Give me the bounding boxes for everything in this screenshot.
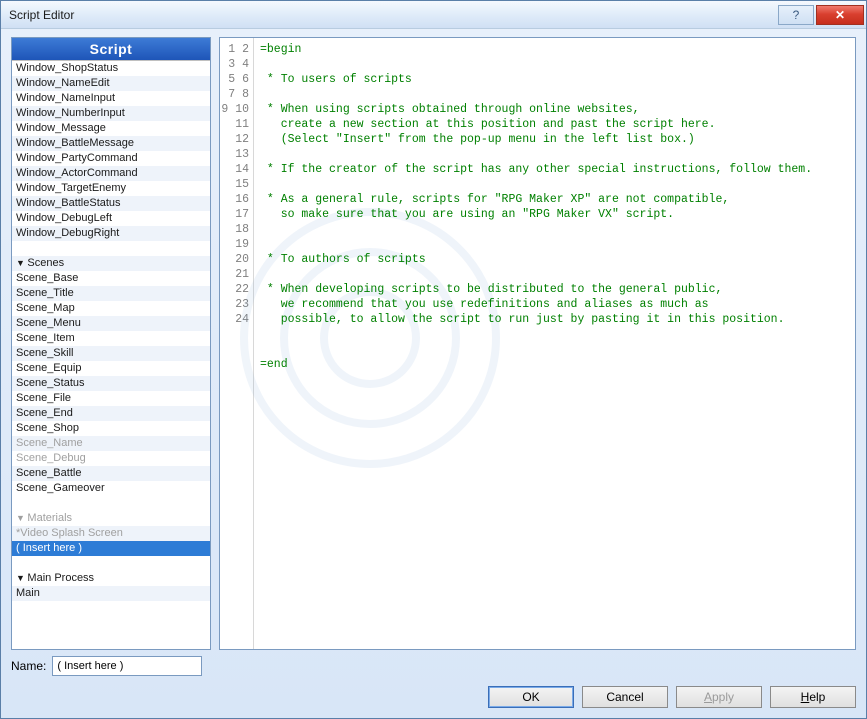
list-item[interactable]: Window_TargetEnemy [12, 181, 210, 196]
list-item[interactable]: Scene_Title [12, 286, 210, 301]
titlebar-help-button[interactable]: ? [778, 5, 814, 25]
list-item[interactable]: ( Insert here ) [12, 541, 210, 556]
list-item[interactable]: Scene_File [12, 391, 210, 406]
list-item[interactable]: Window_DebugRight [12, 226, 210, 241]
list-item[interactable]: Scene_Menu [12, 316, 210, 331]
cancel-button[interactable]: Cancel [582, 686, 668, 708]
list-item[interactable]: Main Process [12, 571, 210, 586]
script-editor-window: Script Editor ? ✕ Script Window_ShopStat… [0, 0, 867, 719]
list-item[interactable]: Window_Message [12, 121, 210, 136]
list-item[interactable]: Window_ActorCommand [12, 166, 210, 181]
list-item[interactable]: Window_NameEdit [12, 76, 210, 91]
titlebar-close-button[interactable]: ✕ [816, 5, 864, 25]
code-text[interactable]: =begin * To users of scripts * When usin… [254, 38, 855, 649]
list-item[interactable]: Scene_Equip [12, 361, 210, 376]
list-item[interactable]: Scene_Status [12, 376, 210, 391]
titlebar[interactable]: Script Editor ? ✕ [1, 1, 866, 29]
list-item[interactable]: Window_NameInput [12, 91, 210, 106]
list-item[interactable]: Materials [12, 511, 210, 526]
list-item[interactable]: Scene_Shop [12, 421, 210, 436]
list-item[interactable]: Window_PartyCommand [12, 151, 210, 166]
help-underline: H [801, 690, 810, 704]
script-list[interactable]: Window_ShopStatusWindow_NameEditWindow_N… [12, 60, 210, 649]
script-list-panel: Script Window_ShopStatusWindow_NameEditW… [11, 37, 211, 650]
list-item[interactable]: Scene_Map [12, 301, 210, 316]
name-row: Name: [11, 656, 856, 676]
apply-button[interactable]: Apply [676, 686, 762, 708]
script-name-input[interactable] [52, 656, 202, 676]
name-label: Name: [11, 659, 46, 673]
dialog-content: Script Window_ShopStatusWindow_NameEditW… [1, 29, 866, 718]
list-item[interactable]: Scenes [12, 256, 210, 271]
main-row: Script Window_ShopStatusWindow_NameEditW… [11, 37, 856, 650]
script-list-header: Script [12, 38, 210, 60]
list-item[interactable]: Main [12, 586, 210, 601]
list-item[interactable]: Scene_End [12, 406, 210, 421]
list-item[interactable]: Window_NumberInput [12, 106, 210, 121]
list-item[interactable]: Window_BattleStatus [12, 196, 210, 211]
dialog-buttons: OK Cancel Apply Help [11, 682, 856, 708]
list-item[interactable]: Scene_Gameover [12, 481, 210, 496]
ok-button[interactable]: OK [488, 686, 574, 708]
list-item[interactable]: Window_DebugLeft [12, 211, 210, 226]
list-item[interactable]: Scene_Name [12, 436, 210, 451]
titlebar-buttons: ? ✕ [778, 5, 866, 25]
list-item[interactable]: Window_ShopStatus [12, 61, 210, 76]
list-item[interactable]: Scene_Debug [12, 451, 210, 466]
script-list-scroll[interactable]: Window_ShopStatusWindow_NameEditWindow_N… [12, 61, 210, 649]
list-item[interactable]: Scene_Item [12, 331, 210, 346]
help-button[interactable]: Help [770, 686, 856, 708]
list-item[interactable]: Scene_Skill [12, 346, 210, 361]
list-item[interactable]: Window_BattleMessage [12, 136, 210, 151]
list-item[interactable]: *Video Splash Screen [12, 526, 210, 541]
window-title: Script Editor [9, 8, 778, 22]
apply-underline: A [704, 690, 712, 704]
list-item[interactable]: Scene_Base [12, 271, 210, 286]
line-gutter: 1 2 3 4 5 6 7 8 9 10 11 12 13 14 15 16 1… [220, 38, 254, 649]
code-editor[interactable]: 1 2 3 4 5 6 7 8 9 10 11 12 13 14 15 16 1… [219, 37, 856, 650]
list-item[interactable]: Scene_Battle [12, 466, 210, 481]
